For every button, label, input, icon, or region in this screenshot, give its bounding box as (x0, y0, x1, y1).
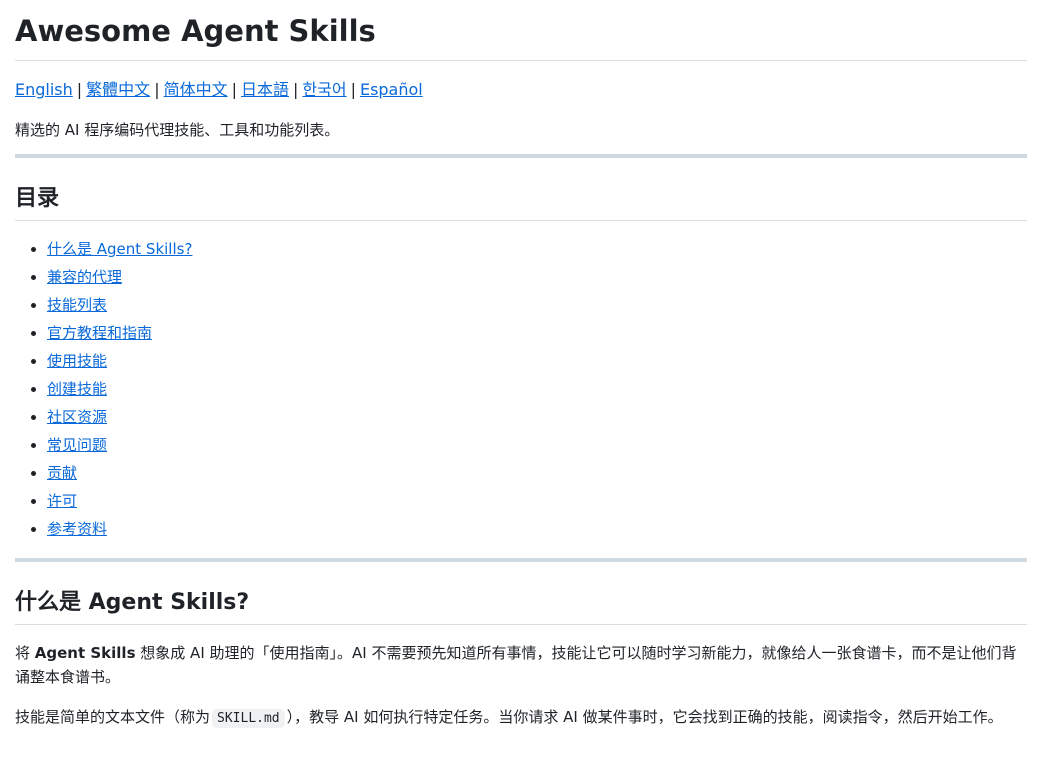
lang-link-simplified-chinese[interactable]: 简体中文 (164, 80, 228, 99)
toc-link-license[interactable]: 许可 (47, 492, 77, 510)
toc-link-community-resources[interactable]: 社区资源 (47, 408, 107, 426)
toc-link-using-skills[interactable]: 使用技能 (47, 352, 107, 370)
toc-item: 官方教程和指南 (47, 319, 1027, 347)
lang-link-korean[interactable]: 한국어 (302, 80, 346, 99)
what-are-skills-paragraph-1: 将 Agent Skills 想象成 AI 助理的「使用指南」。AI 不需要预先… (15, 641, 1027, 689)
section-divider (15, 154, 1027, 158)
toc-heading: 目录 (15, 184, 1027, 221)
toc-link-official-tutorials[interactable]: 官方教程和指南 (47, 324, 152, 342)
lang-link-english[interactable]: English (15, 80, 73, 99)
toc-list: 什么是 Agent Skills? 兼容的代理 技能列表 官方教程和指南 使用技… (15, 235, 1027, 543)
toc-item: 许可 (47, 487, 1027, 515)
toc-item: 什么是 Agent Skills? (47, 235, 1027, 263)
project-description: 精选的 AI 程序编码代理技能、工具和功能列表。 (15, 121, 340, 139)
section-divider (15, 558, 1027, 562)
agent-skills-emphasis: Agent Skills (34, 644, 136, 662)
readme-page: Awesome Agent Skills English | 繁體中文 | 简体中文 | 日… (0, 0, 1045, 731)
toc-link-compatible-agents[interactable]: 兼容的代理 (47, 268, 122, 286)
paragraph-text: ），教导 AI 如何执行特定任务。当你请求 AI 做某件事时，它会找到正确的技能… (286, 708, 1003, 726)
what-are-skills-paragraph-2: 技能是简单的文本文件（称为 SKILL.md ），教导 AI 如何执行特定任务。当你… (15, 705, 1027, 731)
toc-item: 技能列表 (47, 291, 1027, 319)
toc-item: 社区资源 (47, 403, 1027, 431)
toc-link-skill-list[interactable]: 技能列表 (47, 296, 107, 314)
page-title: Awesome Agent Skills (15, 0, 1027, 61)
lang-separator: | (231, 80, 237, 99)
lang-separator: | (350, 80, 356, 99)
toc-item: 贡献 (47, 459, 1027, 487)
toc-link-what-are-skills[interactable]: 什么是 Agent Skills? (47, 240, 192, 258)
lang-link-spanish[interactable]: Español (360, 80, 423, 99)
lang-separator: | (76, 80, 83, 99)
lang-link-japanese[interactable]: 日本語 (241, 80, 289, 99)
skill-md-code: SKILL.md (212, 709, 285, 728)
toc-item: 兼容的代理 (47, 263, 1027, 291)
toc-item: 参考资料 (47, 515, 1027, 543)
toc-link-contributing[interactable]: 贡献 (47, 464, 77, 482)
toc-item: 使用技能 (47, 347, 1027, 375)
toc-link-faq[interactable]: 常见问题 (47, 436, 107, 454)
lang-separator: | (293, 80, 299, 99)
toc-link-references[interactable]: 参考资料 (47, 520, 107, 538)
paragraph-text: 想象成 AI 助理的「使用指南」。AI 不需要预先知道所有事情，技能让它可以随时… (15, 644, 1017, 686)
paragraph-text: 技能是简单的文本文件（称为 (15, 708, 211, 726)
lang-separator: | (154, 80, 160, 99)
toc-item: 创建技能 (47, 375, 1027, 403)
toc-link-creating-skills[interactable]: 创建技能 (47, 380, 107, 398)
paragraph-text: 将 (15, 644, 35, 662)
toc-item: 常见问题 (47, 431, 1027, 459)
language-links: English | 繁體中文 | 简体中文 | 日本語 | 한국어 | Español (15, 78, 1027, 102)
what-are-skills-heading: 什么是 Agent Skills? (15, 588, 1027, 625)
lang-link-traditional-chinese[interactable]: 繁體中文 (86, 80, 150, 99)
